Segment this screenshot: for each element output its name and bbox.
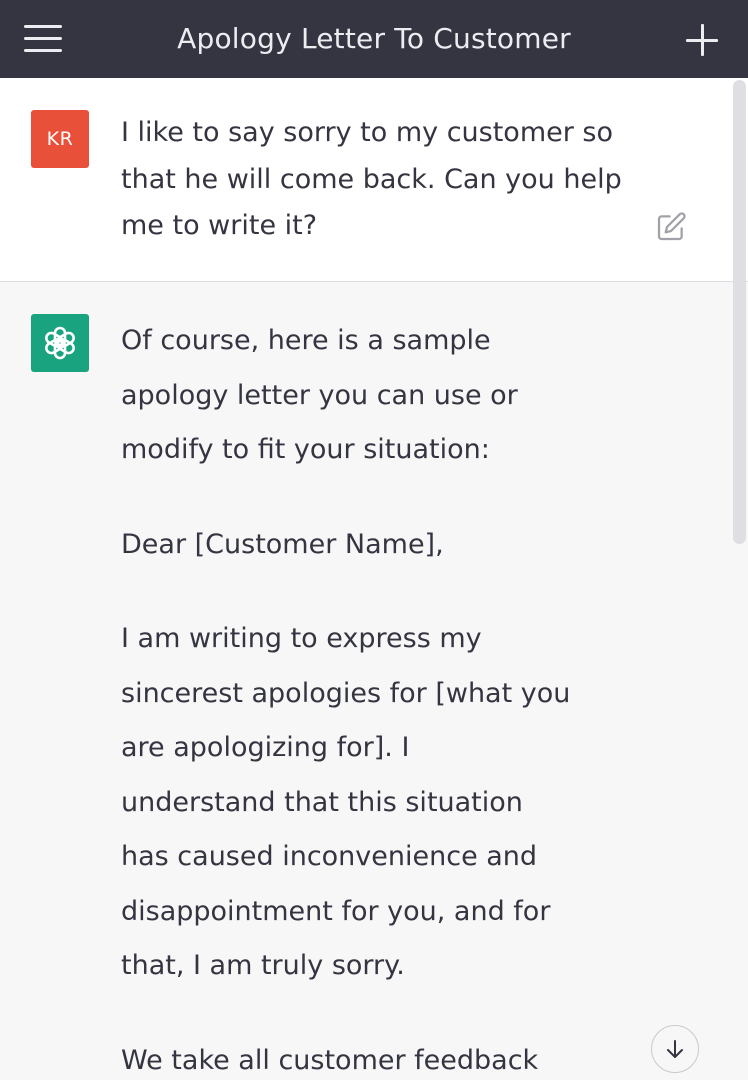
- hamburger-menu-icon: [24, 37, 62, 40]
- assistant-paragraph: Of course, here is a sample apology lett…: [121, 325, 518, 465]
- hamburger-menu-icon: [24, 49, 62, 52]
- menu-button[interactable]: [22, 22, 64, 56]
- scroll-to-bottom-button[interactable]: [651, 1025, 699, 1073]
- new-chat-button[interactable]: [682, 20, 722, 60]
- hamburger-menu-icon: [24, 25, 62, 28]
- user-message-text: I like to say sorry to my customer so th…: [121, 117, 622, 241]
- openai-logo-icon: [45, 326, 75, 360]
- top-bar: Apology Letter To Customer: [0, 0, 748, 78]
- edit-icon: [657, 212, 686, 241]
- page-title: Apology Letter To Customer: [177, 22, 571, 55]
- assistant-message-text: Of course, here is a sample apology lett…: [121, 314, 571, 1080]
- chat-app: Apology Letter To Customer KR I like to …: [0, 0, 748, 1080]
- plus-icon: [700, 24, 704, 56]
- assistant-paragraph: We take all customer feedback: [121, 1044, 539, 1076]
- scrollbar-thumb[interactable]: [733, 80, 746, 544]
- assistant-message: Of course, here is a sample apology lett…: [0, 282, 748, 1080]
- user-avatar: KR: [31, 110, 89, 168]
- assistant-paragraph: I am writing to express my sincerest apo…: [121, 623, 571, 981]
- arrow-down-icon: [667, 1040, 683, 1058]
- assistant-paragraph: Dear [Customer Name],: [121, 528, 444, 560]
- user-message: KR I like to say sorry to my customer so…: [0, 78, 748, 282]
- assistant-avatar: [31, 314, 89, 372]
- edit-button[interactable]: [655, 211, 687, 243]
